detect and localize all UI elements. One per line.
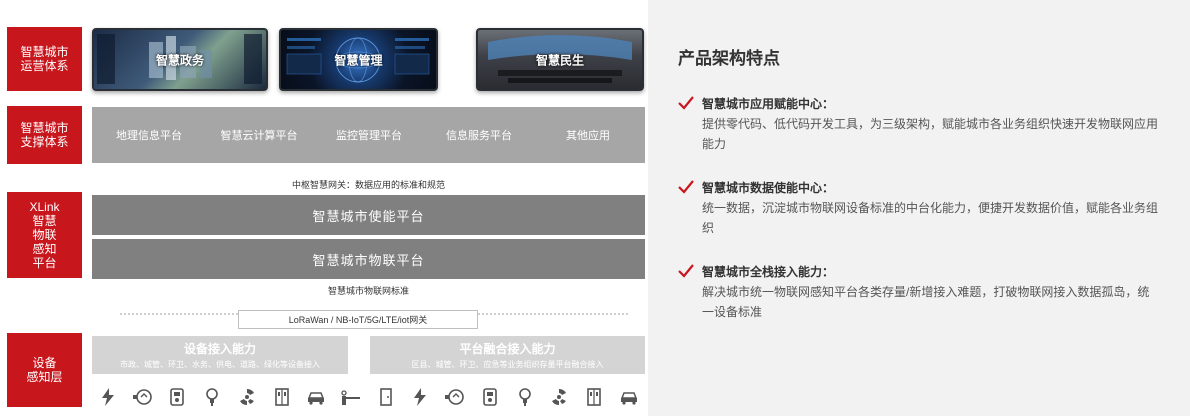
support-platform-cloud: 智慧云计算平台 (202, 107, 316, 163)
panel-title: 产品架构特点 (678, 49, 780, 68)
support-platform-geo: 地理信息平台 (92, 107, 206, 163)
gateway-note: 中枢智慧网关：数据应用的标准和规范 (291, 180, 445, 190)
bulb-icon (202, 387, 222, 407)
feature-title: 智慧城市数据使能中心： (702, 180, 835, 195)
feature-item-data-enable: 智慧城市数据使能中心： 统一数据，沉淀城市物联网设备标准的中台化能力，便捷开发数… (678, 179, 1158, 238)
car-icon (306, 387, 326, 407)
feature-panel: 产品架构特点 智慧城市应用赋能中心： 提供零代码、低代码开发工具，为三级架构，赋… (648, 0, 1190, 416)
water-meter-icon (445, 387, 465, 407)
door-icon (376, 387, 396, 407)
feature-description: 解决城市统一物联网感知平台各类存量/新增接入难题，打破物联网接入数据孤岛，统一设… (702, 285, 1150, 319)
feature-description: 统一数据，沉淀城市物联网设备标准的中台化能力，便捷开发数据价值，赋能各业务组织 (702, 201, 1159, 235)
enable-platform-bar: 智慧城市使能平台 (92, 195, 645, 235)
water-meter-icon (132, 387, 153, 407)
cabinet-icon (272, 387, 292, 407)
capability-title: 平台融合接入能力 (459, 342, 556, 356)
capability-title: 设备接入能力 (183, 342, 256, 356)
layer-label-device: 设备 感知层 (7, 333, 82, 407)
screen-government: 智慧政务 (92, 28, 268, 91)
check-icon (678, 264, 694, 278)
screen-livelihood: 智慧民生 (476, 28, 644, 91)
check-icon (678, 96, 694, 110)
feature-description: 提供零代码、低代码开发工具，为三级架构，赋能城市各业务组织快速开发物联网应用能力 (702, 117, 1159, 151)
architecture-diagram: 智慧城市 运营体系 智慧城市 支撑体系 XLink 智慧 物联 感知 平台 设备… (0, 0, 648, 416)
support-platform-info: 信息服务平台 (422, 107, 536, 163)
layer-label-operation: 智慧城市 运营体系 (7, 27, 82, 91)
capability-platform-fusion: 平台融合接入能力 区县、城管、环卫、应急等业务组织存量平台融合接入 (370, 336, 645, 374)
device-icon-row (92, 384, 645, 410)
support-platform-other: 其他应用 (531, 107, 645, 163)
layer-label-iot-platform: XLink 智慧 物联 感知 平台 (7, 192, 82, 278)
feature-item-full-stack-access: 智慧城市全栈接入能力： 解决城市统一物联网感知平台各类存量/新增接入难题，打破物… (678, 263, 1158, 322)
hazard-icon (549, 387, 569, 407)
parking-meter-icon (167, 387, 187, 407)
feature-title: 智慧城市全栈接入能力： (702, 264, 835, 279)
bulb-icon (515, 387, 535, 407)
feature-title: 智慧城市应用赋能中心： (702, 96, 835, 111)
layer-label-support: 智慧城市 支撑体系 (7, 106, 82, 164)
capability-subtitle: 区县、城管、环卫、应急等业务组织存量平台融合接入 (411, 360, 604, 369)
screen-label-livelihood: 智慧民生 (535, 53, 584, 67)
screen-label-government: 智慧政务 (155, 53, 204, 67)
car-icon (619, 387, 639, 407)
screen-management: 智慧管理 (279, 28, 438, 91)
dotted-connector-left (120, 313, 238, 315)
parking-meter-icon (480, 387, 500, 407)
screen-label-management: 智慧管理 (334, 53, 383, 67)
dotted-connector-right (478, 313, 628, 315)
barrier-gate-icon (341, 387, 361, 407)
capability-subtitle: 市政、城管、环卫、水务、供电、道路、绿化等设备接入 (120, 360, 320, 369)
iot-standard-note: 智慧城市物联网标准 (327, 286, 409, 296)
support-platform-monitor: 监控管理平台 (312, 107, 426, 163)
iot-platform-bar: 智慧城市物联平台 (92, 239, 645, 279)
cabinet-icon (584, 387, 604, 407)
feature-item-app-enable: 智慧城市应用赋能中心： 提供零代码、低代码开发工具，为三级架构，赋能城市各业务组… (678, 95, 1158, 154)
check-icon (678, 180, 694, 194)
lightning-icon (410, 387, 430, 407)
hazard-icon (237, 387, 257, 407)
lightning-icon (98, 387, 118, 407)
protocol-box: LoRaWan / NB-IoT/5G/LTE/iot网关 (238, 310, 478, 329)
capability-device-access: 设备接入能力 市政、城管、环卫、水务、供电、道路、绿化等设备接入 (92, 336, 348, 374)
